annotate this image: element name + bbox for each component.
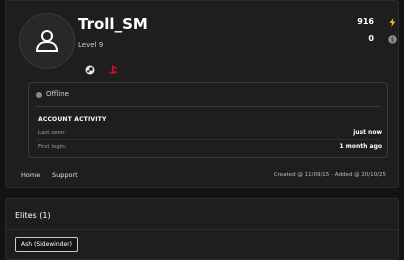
created-info: Created @ 11/09/15 - Added @ 20/10/25 <box>273 172 386 178</box>
row-divider <box>35 139 381 140</box>
first-login-value: 1 month ago <box>339 143 382 150</box>
last-seen-label: Last seen: <box>38 130 67 136</box>
steam-icon[interactable] <box>84 64 95 75</box>
last-seen-value: just now <box>353 129 382 136</box>
elites-card: Elites (1) Ash (Sidewinder) <box>5 198 399 260</box>
elite-chip[interactable]: Ash (Sidewinder) <box>15 237 78 252</box>
activity-title: ACCOUNT ACTIVITY <box>38 116 107 123</box>
profile-card: Troll_SM Level 9 916 0 $ Offline ACCOUNT… <box>5 0 399 188</box>
avatar <box>19 13 75 69</box>
nav-support[interactable]: Support <box>52 171 78 179</box>
divider <box>6 229 398 230</box>
lightning-icon <box>389 18 396 27</box>
stat-points: 916 <box>357 17 374 26</box>
divider <box>35 106 381 107</box>
nav-home[interactable]: Home <box>21 171 40 179</box>
status-panel: Offline ACCOUNT ACTIVITY Last seen: just… <box>28 82 388 158</box>
level-label: Level 9 <box>78 41 104 49</box>
username: Troll_SM <box>78 15 148 33</box>
elites-title: Elites (1) <box>15 211 51 220</box>
stat-coins: 0 <box>368 34 374 43</box>
playstation-icon[interactable] <box>108 64 119 75</box>
user-icon <box>35 30 59 52</box>
svg-text:$: $ <box>391 37 395 44</box>
status-text: Offline <box>46 90 69 98</box>
coin-icon: $ <box>388 35 397 44</box>
status-indicator <box>36 92 42 98</box>
first-login-label: First login: <box>38 144 67 150</box>
